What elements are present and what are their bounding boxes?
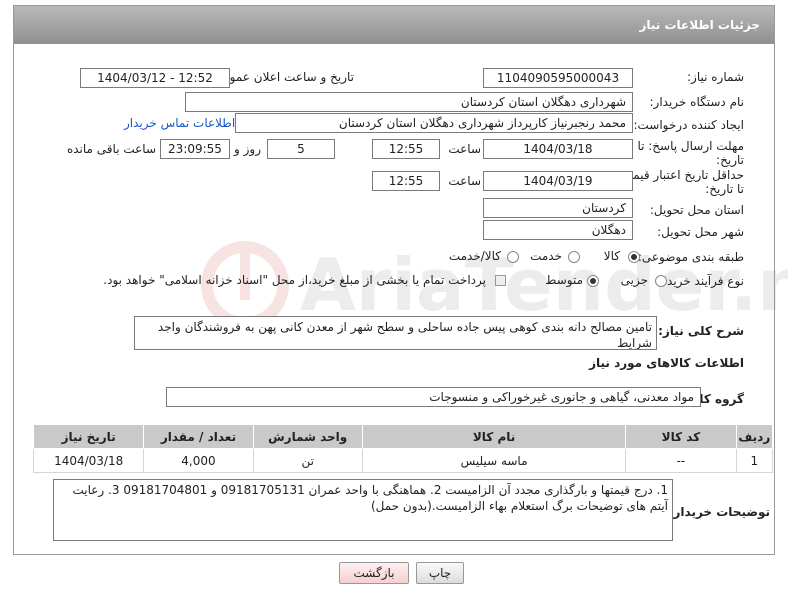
back-button[interactable]: بازگشت <box>339 562 409 584</box>
cell-name: ماسه سیلیس <box>361 448 627 473</box>
cell-date: 1404/03/18 <box>32 448 145 473</box>
days-label: روز و <box>234 142 261 156</box>
category-option-goods-service: کالا/خدمت <box>448 249 501 263</box>
goods-info-title: اطلاعات کالاهای مورد نیاز <box>589 356 744 370</box>
validity-time-field: 12:55 <box>372 171 440 191</box>
province-field: کردستان <box>483 198 633 218</box>
announce-date-label: تاریخ و ساعت اعلان عمومی: <box>209 70 354 84</box>
panel-header: جزئیات اطلاعات نیاز <box>14 6 774 44</box>
description-label: شرح کلی نیاز: <box>658 324 744 338</box>
category-radio-service[interactable] <box>568 251 580 263</box>
category-label: طبقه بندی موضوعی: <box>637 250 744 264</box>
process-radio-medium[interactable] <box>587 275 599 287</box>
cell-unit: تن <box>252 448 363 473</box>
category-option-goods: کالا <box>603 249 620 263</box>
buyer-notes-label: توضیحات خریدار: <box>668 505 770 519</box>
panel-title: جزئیات اطلاعات نیاز <box>639 18 760 32</box>
buyer-notes-field: 1. درج قیمتها و بارگذاری مجدد آن الزامیس… <box>53 479 673 541</box>
col-qty-header: تعداد / مقدار <box>143 424 254 449</box>
need-number-label: شماره نیاز: <box>687 70 744 84</box>
process-option-minor: جزیی <box>620 273 648 287</box>
buyer-org-label: نام دستگاه خریدار: <box>649 95 745 109</box>
days-remaining-field: 5 <box>267 139 335 159</box>
col-row-header: ردیف <box>735 424 774 449</box>
validity-label-line2: تا تاریخ: <box>705 182 744 196</box>
process-option-medium: متوسط <box>545 273 583 287</box>
city-label: شهر محل تحویل: <box>657 225 744 239</box>
description-field: تامین مصالح دانه بندی کوهی پیس جاده ساحل… <box>134 316 657 350</box>
city-field: دهگلان <box>483 220 633 240</box>
treasury-payment-note: پرداخت تمام یا بخشی از مبلغ خرید،از محل … <box>103 273 486 287</box>
time-remaining-label: ساعت باقی مانده <box>66 142 156 156</box>
col-unit-header: واحد شمارش <box>252 424 363 449</box>
cell-row: 1 <box>735 448 774 473</box>
province-label: استان محل تحویل: <box>649 203 744 217</box>
deadline-label-line2: تاریخ: <box>716 153 744 167</box>
buyer-contact-link[interactable]: اطلاعات تماس خریدار <box>124 116 235 130</box>
time-remaining-field: 23:09:55 <box>160 139 230 159</box>
col-name-header: نام کالا <box>361 424 627 449</box>
goods-table: ردیف کد کالا نام کالا واحد شمارش تعداد /… <box>32 424 774 473</box>
col-code-header: کد کالا <box>625 424 737 449</box>
deadline-time-field: 12:55 <box>372 139 440 159</box>
cell-code: -- <box>625 448 737 473</box>
requester-label: ایجاد کننده درخواست: <box>633 118 744 132</box>
process-radio-minor[interactable] <box>655 275 667 287</box>
need-number-field: 1104090595000043 <box>483 68 633 88</box>
category-option-service: خدمت <box>530 249 562 263</box>
buyer-org-field: شهرداری دهگلان استان کردستان <box>185 92 633 112</box>
process-label: نوع فرآیند خرید : <box>659 274 744 288</box>
validity-time-label: ساعت <box>448 174 481 188</box>
deadline-time-label: ساعت <box>448 142 481 156</box>
treasury-payment-checkbox[interactable] <box>495 275 506 286</box>
print-button[interactable]: چاپ <box>416 562 464 584</box>
cell-qty: 4,000 <box>143 448 254 473</box>
requester-field: محمد رنجبرنیاز کارپرداز شهرداری دهگلان ا… <box>235 113 633 133</box>
table-row: 1 -- ماسه سیلیس تن 4,000 1404/03/18 <box>32 448 774 473</box>
deadline-label-line1: مهلت ارسال پاسخ: تا <box>637 139 744 153</box>
validity-date-field: 1404/03/19 <box>483 171 633 191</box>
category-radio-goods-service[interactable] <box>507 251 519 263</box>
goods-group-field: مواد معدنی، گیاهی و جانوری غیرخوراکی و م… <box>166 387 701 407</box>
announce-date-field: 1404/03/12 - 12:52 <box>80 68 230 88</box>
goods-table-header: ردیف کد کالا نام کالا واحد شمارش تعداد /… <box>32 424 774 449</box>
col-date-header: تاریخ نیاز <box>32 424 145 449</box>
category-radio-goods[interactable] <box>628 251 640 263</box>
validity-label-line1: حداقل تاریخ اعتبار قیمت: <box>617 168 744 182</box>
deadline-date-field: 1404/03/18 <box>483 139 633 159</box>
